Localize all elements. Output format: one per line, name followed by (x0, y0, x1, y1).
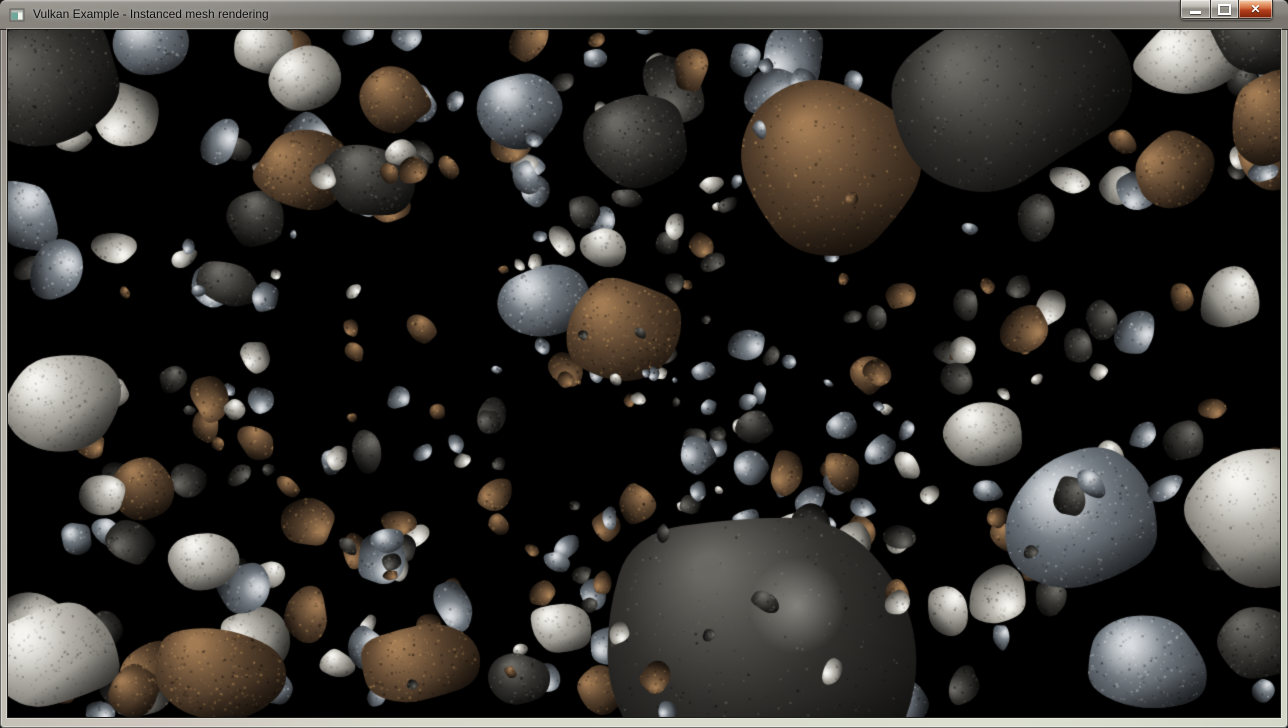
render-area (8, 30, 1280, 717)
app-window: Vulkan Example - Instanced mesh renderin… (0, 0, 1288, 728)
close-button[interactable]: ✕ (1239, 0, 1273, 19)
title-bar[interactable]: Vulkan Example - Instanced mesh renderin… (0, 0, 1288, 30)
render-viewport[interactable] (8, 30, 1280, 717)
window-title: Vulkan Example - Instanced mesh renderin… (33, 0, 269, 29)
app-icon-image (9, 7, 25, 23)
maximize-icon (1218, 4, 1231, 15)
minimize-icon (1190, 11, 1201, 14)
app-icon[interactable] (9, 7, 25, 23)
minimize-button[interactable] (1180, 0, 1210, 19)
maximize-button[interactable] (1210, 0, 1239, 19)
window-controls: ✕ (1180, 0, 1273, 20)
close-icon: ✕ (1250, 1, 1260, 18)
